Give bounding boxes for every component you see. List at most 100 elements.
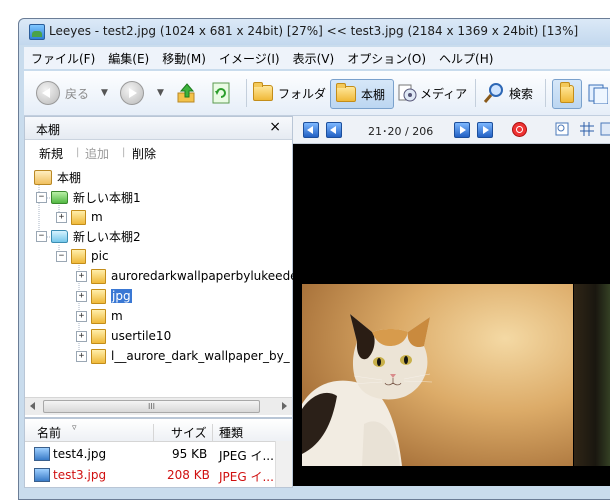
jpeg-file-icon [34, 447, 50, 461]
scroll-left-icon[interactable] [30, 402, 35, 410]
folder-icon [91, 348, 106, 364]
media-label: メディア [420, 86, 468, 101]
close-icon[interactable]: × [269, 119, 281, 135]
menu-options[interactable]: オプション(O) [340, 47, 432, 69]
next-photo-edge [574, 284, 610, 466]
tree-root[interactable]: 本棚 [34, 168, 81, 186]
file-row[interactable]: test3.jpg 208 KB JPEG イ... [25, 464, 275, 484]
menu-move[interactable]: 移動(M) [155, 47, 212, 69]
folder-icon [71, 248, 86, 264]
collapse-icon[interactable]: − [36, 191, 47, 203]
shelf-folder-icon [51, 229, 68, 243]
column-name[interactable]: 名前 [37, 424, 61, 441]
folder-icon [253, 82, 273, 101]
scroll-thumb[interactable]: III [43, 400, 260, 413]
column-size[interactable]: サイズ [171, 424, 207, 441]
tree-shelf-2[interactable]: − 新しい本棚2 [36, 227, 141, 245]
zoom-icon[interactable] [555, 122, 569, 136]
expand-icon[interactable]: + [76, 350, 87, 362]
back-dropdown[interactable]: ▼ [101, 79, 108, 107]
tree-shelf-1[interactable]: − 新しい本棚1 [36, 188, 141, 206]
bookshelf-button[interactable]: 本棚 [330, 79, 394, 109]
slideshow-timer-icon[interactable] [512, 122, 527, 137]
file-list-header: 名前 ▿ サイズ 種類 [25, 419, 292, 442]
viewer-toolbar: 21･20 / 206 [293, 116, 610, 144]
search-label: 検索 [509, 86, 534, 101]
tree-item-selected[interactable]: + jpg [76, 287, 132, 305]
bookshelf-tree: 本棚 − 新しい本棚1 + m − 新しい本棚2 − pic + aurored… [25, 165, 298, 395]
menu-bar: ファイル(F) 編集(E) 移動(M) イメージ(I) 表示(V) オプション(O) ヘルプ… [24, 47, 610, 69]
next-page-icon[interactable] [454, 122, 470, 138]
refresh-icon [212, 82, 230, 104]
horizontal-scrollbar[interactable]: III [25, 397, 292, 415]
collapse-icon[interactable]: − [56, 250, 67, 262]
sort-icon: ▿ [72, 423, 77, 433]
bookshelf-root-icon [34, 169, 52, 185]
expand-icon[interactable]: + [76, 270, 87, 282]
pane-actions: 新規 | 追加 | 削除 [25, 140, 292, 162]
expand-icon[interactable]: + [76, 330, 87, 342]
back-icon [36, 81, 60, 105]
file-list: 名前 ▿ サイズ 種類 test4.jpg 95 KB JPEG イ... te… [24, 418, 293, 488]
prev-page-icon[interactable] [326, 122, 342, 138]
scroll-right-icon[interactable] [282, 402, 287, 410]
menu-image[interactable]: イメージ(I) [212, 47, 286, 69]
forward-dropdown[interactable]: ▼ [157, 79, 164, 107]
toolbar-separator [545, 79, 546, 107]
tree-item[interactable]: + usertile10 [76, 327, 171, 345]
folder-label: フォルダ [278, 86, 327, 101]
tree-shelf-1-m[interactable]: + m [56, 208, 103, 226]
tree-item[interactable]: + l__aurore_dark_wallpaper_by_ [76, 347, 290, 365]
forward-icon [120, 81, 144, 105]
media-button[interactable]: メディア [397, 79, 467, 107]
last-page-icon[interactable] [477, 122, 493, 138]
view-icon[interactable] [600, 122, 610, 136]
up-folder-button[interactable] [176, 79, 198, 107]
add-button[interactable]: 追加 [85, 145, 109, 162]
menu-file[interactable]: ファイル(F) [24, 47, 101, 69]
grid-icon[interactable] [580, 122, 594, 136]
new-button[interactable]: 新規 [39, 145, 63, 162]
media-icon [398, 84, 417, 102]
back-label: 戻る [65, 86, 90, 101]
first-page-icon[interactable] [303, 122, 319, 138]
menu-help[interactable]: ヘルプ(H) [432, 47, 499, 69]
view-mode-button[interactable] [552, 79, 582, 109]
forward-button[interactable] [120, 79, 144, 107]
tree-item[interactable]: + m [76, 307, 123, 325]
expand-icon[interactable]: + [56, 211, 67, 223]
vertical-scrollbar[interactable] [275, 441, 292, 487]
folder-icon [91, 268, 106, 284]
search-button[interactable]: 検索 [483, 79, 533, 107]
window-title: Leeyes - test2.jpg (1024 x 681 x 24bit) … [49, 24, 579, 38]
folder-icon [91, 328, 106, 344]
jpeg-file-icon [34, 468, 50, 482]
tree-pic[interactable]: − pic [56, 247, 109, 265]
title-bar[interactable]: Leeyes - test2.jpg (1024 x 681 x 24bit) … [19, 19, 610, 45]
view-mode-icon [560, 82, 574, 103]
expand-icon[interactable]: + [76, 290, 87, 302]
column-type[interactable]: 種類 [219, 424, 243, 441]
back-button[interactable]: 戻る [36, 79, 89, 107]
collapse-icon[interactable]: − [36, 230, 47, 242]
search-icon [483, 83, 503, 103]
file-row[interactable]: test4.jpg 95 KB JPEG イ... [25, 443, 275, 463]
refresh-button[interactable] [210, 79, 232, 107]
bookshelf-label: 本棚 [361, 87, 386, 102]
delete-button[interactable]: 削除 [132, 145, 156, 162]
expand-icon[interactable]: + [76, 310, 87, 322]
bookshelf-pane: 本棚 × 新規 | 追加 | 削除 本棚 − 新しい本棚1 + m − 新しい本… [24, 116, 298, 418]
page-counter: 21･20 / 206 [368, 125, 434, 138]
pane-header: 本棚 × [25, 117, 292, 140]
window-icon [588, 84, 608, 104]
menu-view[interactable]: 表示(V) [286, 47, 341, 69]
pane-title: 本棚 [36, 123, 61, 137]
folder-button[interactable]: フォルダ [253, 79, 326, 107]
tree-item[interactable]: + auroredarkwallpaperbylukeede [76, 267, 298, 285]
menu-edit[interactable]: 編集(E) [101, 47, 155, 69]
photo-cat [302, 284, 573, 466]
folder-icon [91, 288, 106, 304]
up-folder-icon [177, 83, 195, 103]
window-button[interactable] [586, 79, 608, 107]
folder-icon [91, 308, 106, 324]
